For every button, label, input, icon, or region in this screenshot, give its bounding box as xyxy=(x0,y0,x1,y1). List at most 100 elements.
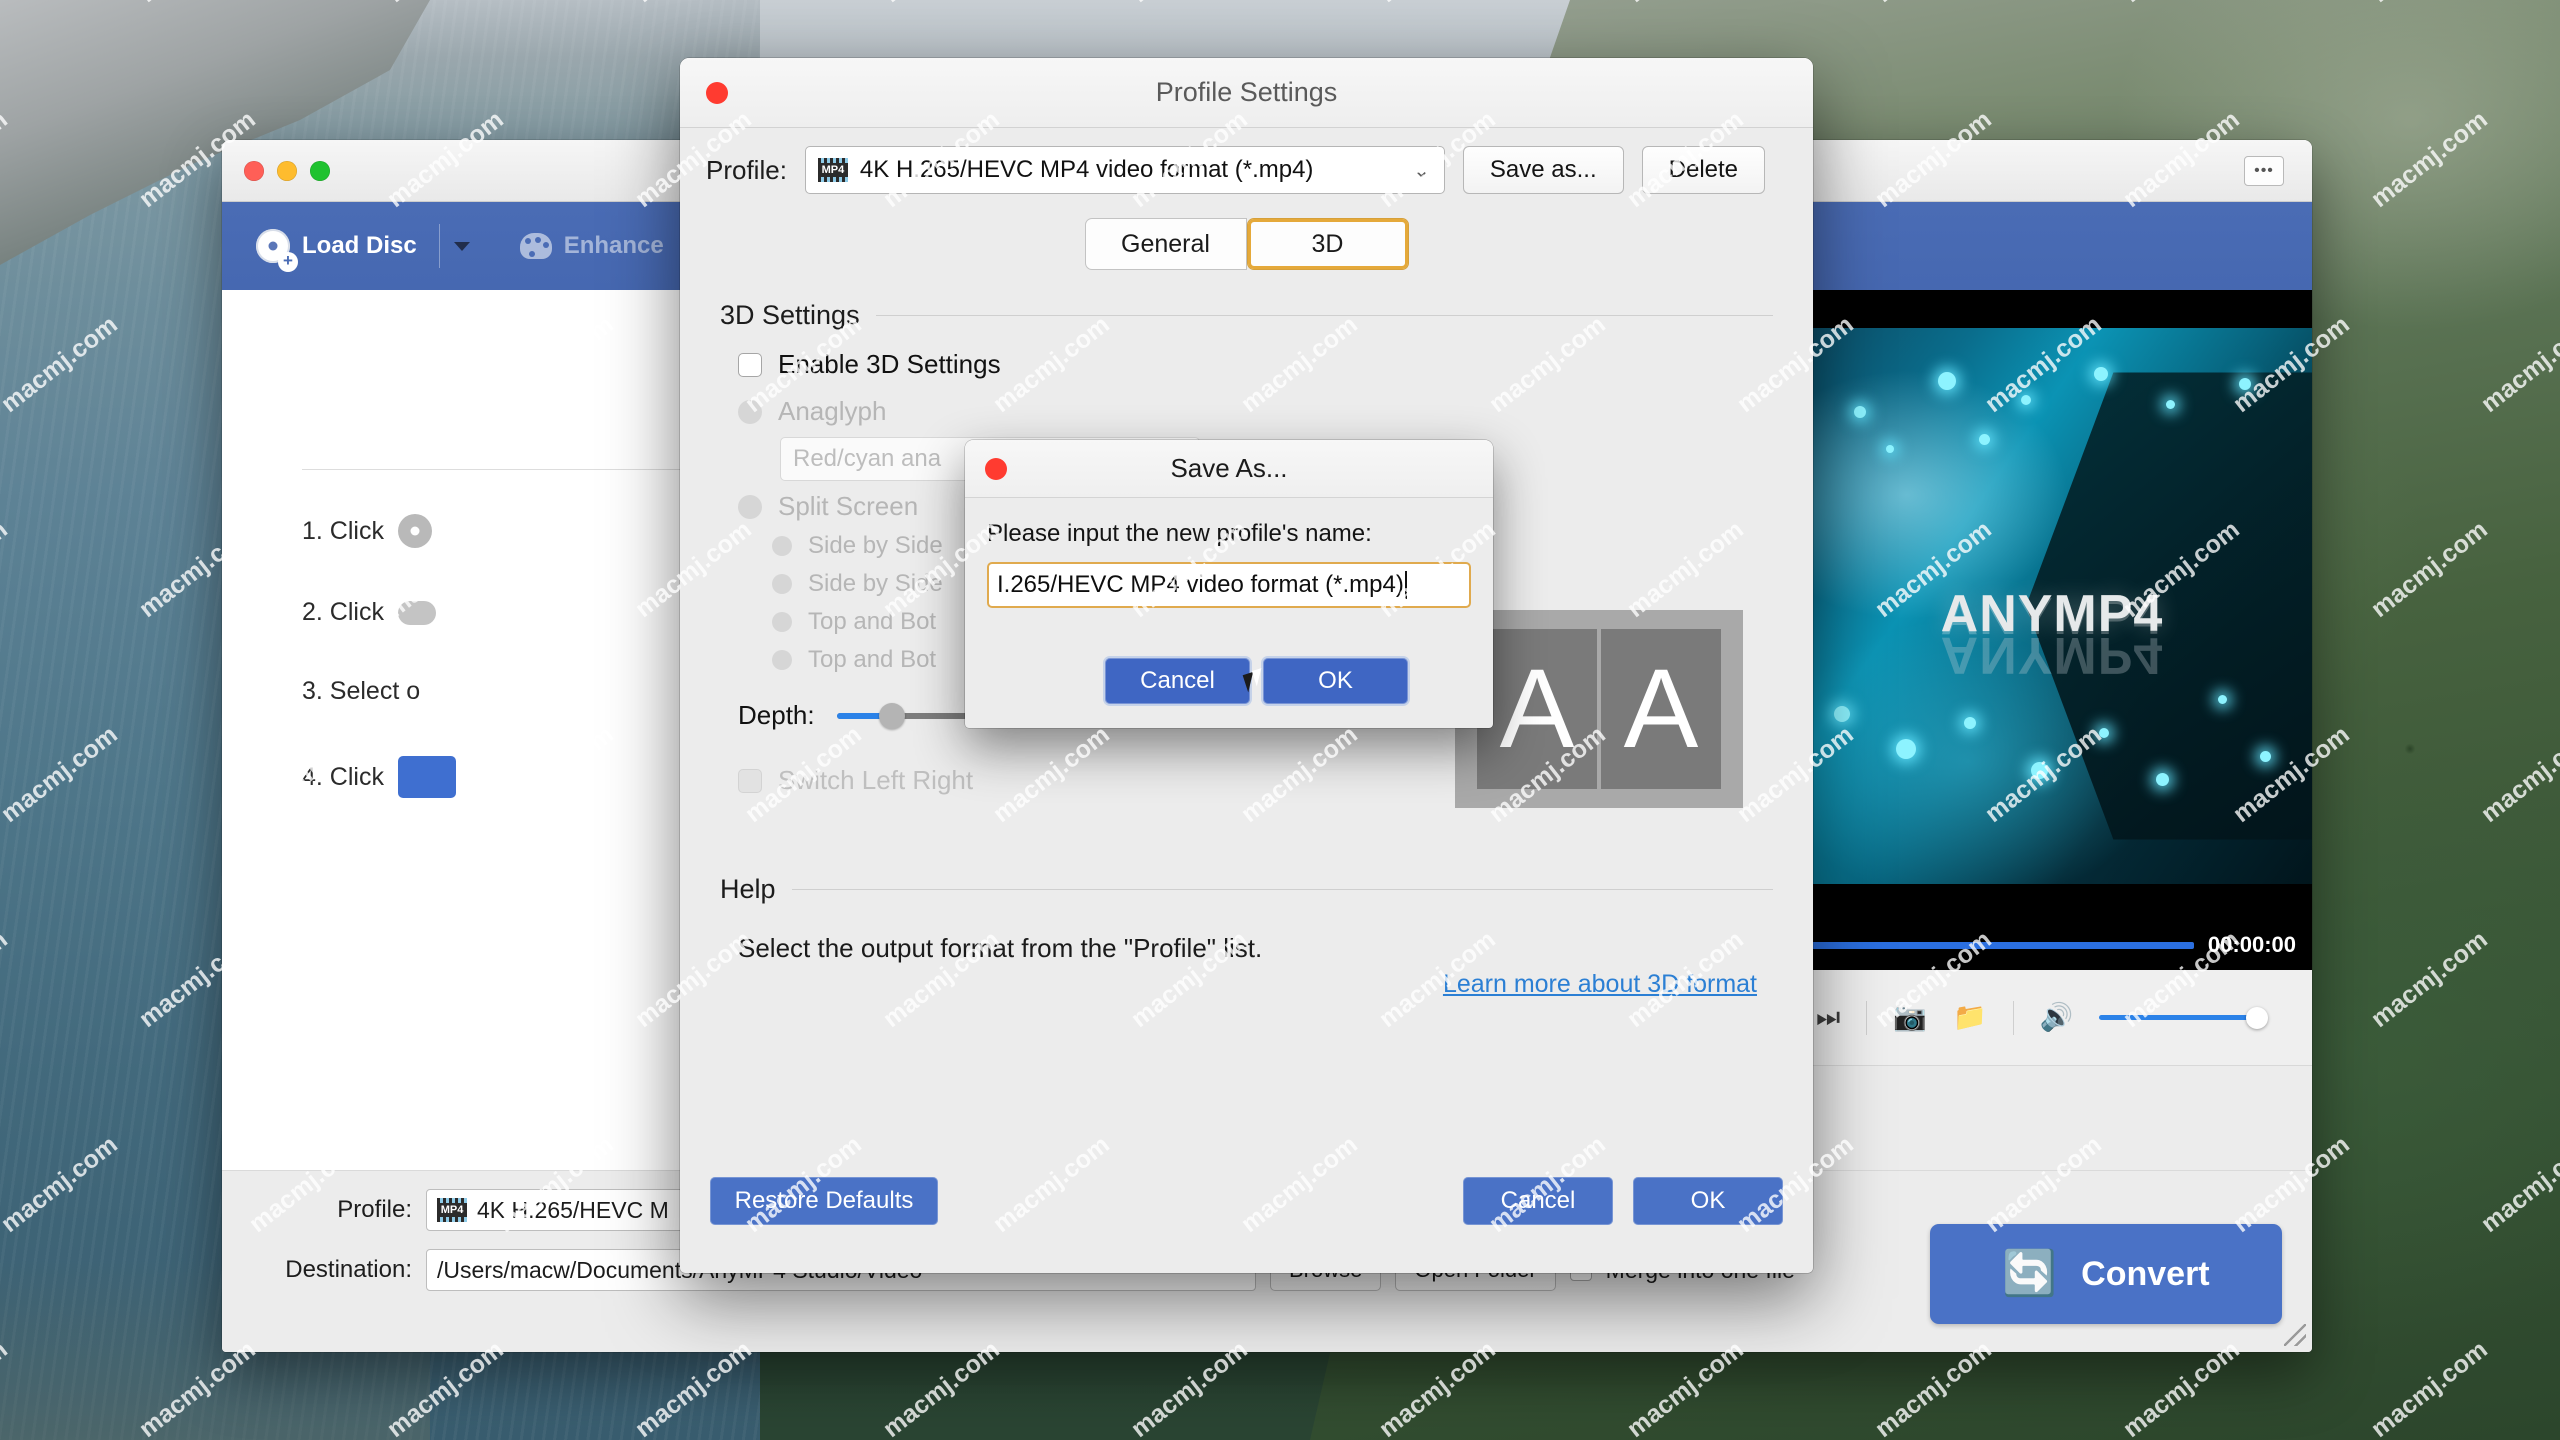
controls-divider xyxy=(1866,1000,1868,1035)
destination-label: Destination: xyxy=(285,1256,412,1283)
enable-3d-settings-checkbox[interactable] xyxy=(738,352,762,377)
save-as-button[interactable]: Save as... xyxy=(1462,146,1624,194)
profile-dialog-titlebar: Profile Settings xyxy=(680,58,1813,128)
profile-label: Profile: xyxy=(706,154,787,185)
tab-3d[interactable]: 3D xyxy=(1246,218,1409,270)
disc-icon xyxy=(397,514,432,548)
cloud-icon xyxy=(397,600,436,625)
help-text: Select the output format from the "Profi… xyxy=(738,933,1263,963)
profile-select[interactable]: MP4 4K H.265/HEVC MP4 video format (*.mp… xyxy=(804,146,1445,194)
split-option-radio[interactable] xyxy=(772,574,792,594)
split-option-label: Side by Side xyxy=(808,570,943,597)
palette-icon xyxy=(519,233,552,259)
text-caret xyxy=(1404,571,1407,599)
profile-dialog-title: Profile Settings xyxy=(1155,77,1338,107)
switch-left-right-checkbox[interactable] xyxy=(738,768,762,793)
profile-value: 4K H.265/HEVC MP4 video format (*.mp4) xyxy=(859,156,1314,183)
profile-dialog-footer: Restore Defaults Cancel OK xyxy=(680,1147,1813,1273)
video-progress-bar[interactable] xyxy=(1808,941,2194,949)
video-logo-reflection: ANYMP4 xyxy=(1940,626,2164,685)
split-screen-radio[interactable] xyxy=(738,494,762,519)
volume-slider-knob[interactable] xyxy=(2246,1006,2269,1029)
save-as-dialog: Save As... Please input the new profile'… xyxy=(965,440,1493,728)
step-label: 4. Click xyxy=(302,762,384,791)
cancel-button[interactable]: Cancel xyxy=(1463,1177,1613,1225)
video-time-label: 00:00:00 xyxy=(2207,932,2296,957)
toolbar-divider xyxy=(438,224,440,268)
more-options-icon[interactable]: ••• xyxy=(2244,155,2284,186)
window-traffic-lights xyxy=(244,160,330,181)
mp4-file-icon: MP4 xyxy=(817,158,848,182)
close-window-button[interactable] xyxy=(244,160,264,181)
split-option-radio[interactable] xyxy=(772,536,792,556)
anaglyph-row[interactable]: Anaglyph xyxy=(738,396,1773,427)
anaglyph-label: Anaglyph xyxy=(778,396,887,426)
profile-label: Profile: xyxy=(337,1196,412,1223)
step-label: 2. Click xyxy=(302,598,384,626)
save-as-prompt: Please input the new profile's name: xyxy=(987,520,1372,547)
mp4-file-icon: MP4 xyxy=(437,1198,467,1222)
folder-icon[interactable]: 📁 xyxy=(1953,1004,1987,1031)
save-as-body: Please input the new profile's name: I.2… xyxy=(965,498,1493,608)
switch-left-right-label: Switch Left Right xyxy=(778,765,974,795)
profile-name-input[interactable]: I.265/HEVC MP4 video format (*.mp4) xyxy=(987,562,1471,608)
3d-settings-group-title: 3D Settings xyxy=(720,300,1773,331)
camera-icon[interactable]: 📷 xyxy=(1893,1004,1927,1031)
profile-dialog-profile-row: Profile: MP4 4K H.265/HEVC MP4 video for… xyxy=(680,128,1813,210)
split-option-radio[interactable] xyxy=(772,650,792,670)
step-label: 3. Select o xyxy=(302,677,421,705)
maximize-window-button[interactable] xyxy=(310,160,330,181)
help-group-title: Help xyxy=(720,874,1773,905)
chevron-down-icon[interactable]: ⌄ xyxy=(1413,158,1430,183)
media-controls-bar: ⏭ 📷 📁 🔊 xyxy=(1792,970,2312,1066)
split-screen-label: Split Screen xyxy=(778,491,919,521)
step-label: 1. Click xyxy=(302,516,384,545)
load-disc-label: Load Disc xyxy=(302,232,417,259)
split-option-label: Top and Bot xyxy=(808,608,937,635)
load-disc-button[interactable]: Load Disc xyxy=(248,223,425,272)
profile-dialog-tabs: General 3D xyxy=(680,218,1813,270)
depth-slider-knob[interactable] xyxy=(878,702,905,729)
ok-button[interactable]: OK xyxy=(1633,1177,1783,1225)
anaglyph-value: Red/cyan ana xyxy=(793,445,942,472)
close-icon[interactable] xyxy=(985,457,1007,480)
group-title-label: Help xyxy=(720,874,776,904)
volume-icon[interactable]: 🔊 xyxy=(2040,1004,2074,1031)
resize-grip[interactable] xyxy=(2284,1324,2306,1346)
split-option-label: Top and Bot xyxy=(808,646,937,673)
split-option-radio[interactable] xyxy=(772,612,792,632)
save-as-titlebar: Save As... xyxy=(965,440,1493,498)
restore-defaults-button[interactable]: Restore Defaults xyxy=(710,1177,938,1225)
delete-button[interactable]: Delete xyxy=(1641,146,1766,194)
profile-value: 4K H.265/HEVC M xyxy=(477,1196,669,1223)
close-icon[interactable] xyxy=(706,81,728,104)
controls-divider xyxy=(2012,1000,2014,1035)
convert-button[interactable]: 🔄 Convert xyxy=(1930,1224,2282,1324)
enable-3d-settings-row[interactable]: Enable 3D Settings xyxy=(738,349,1773,380)
save-as-title: Save As... xyxy=(1170,453,1288,483)
chevron-down-icon[interactable] xyxy=(453,241,470,251)
enable-3d-settings-label: Enable 3D Settings xyxy=(778,349,1001,379)
tab-general[interactable]: General xyxy=(1084,218,1247,270)
cancel-button[interactable]: Cancel xyxy=(1105,658,1250,704)
3d-preview-right: A xyxy=(1601,629,1721,789)
split-option-label: Side by Side xyxy=(808,532,943,559)
ok-button[interactable]: OK xyxy=(1263,658,1408,704)
save-as-footer: Cancel OK xyxy=(965,636,1493,728)
3d-preview: A A xyxy=(1455,610,1743,808)
video-preview[interactable]: ANYMP4 ANYMP4 00:00:00 xyxy=(1792,290,2312,970)
minimize-window-button[interactable] xyxy=(277,160,297,181)
video-progress-row: 00:00:00 xyxy=(1792,932,2312,958)
next-frame-icon[interactable]: ⏭ xyxy=(1816,1004,1840,1031)
enhance-button[interactable]: Enhance xyxy=(512,226,672,266)
volume-slider[interactable] xyxy=(2099,1006,2269,1029)
right-pane: ANYMP4 ANYMP4 00:00:00 ⏭ 📷 📁 🔊 xyxy=(1792,290,2312,1170)
help-group: Help Select the output format from the "… xyxy=(720,874,1773,964)
divider xyxy=(875,315,1773,316)
profile-name-value: I.265/HEVC MP4 video format (*.mp4) xyxy=(997,571,1404,598)
convert-label: Convert xyxy=(2081,1254,2210,1293)
group-title-label: 3D Settings xyxy=(720,300,860,330)
learn-more-3d-link[interactable]: Learn more about 3D format xyxy=(1443,970,1757,999)
anaglyph-radio[interactable] xyxy=(738,399,762,424)
3d-preview-left: A xyxy=(1477,629,1597,789)
